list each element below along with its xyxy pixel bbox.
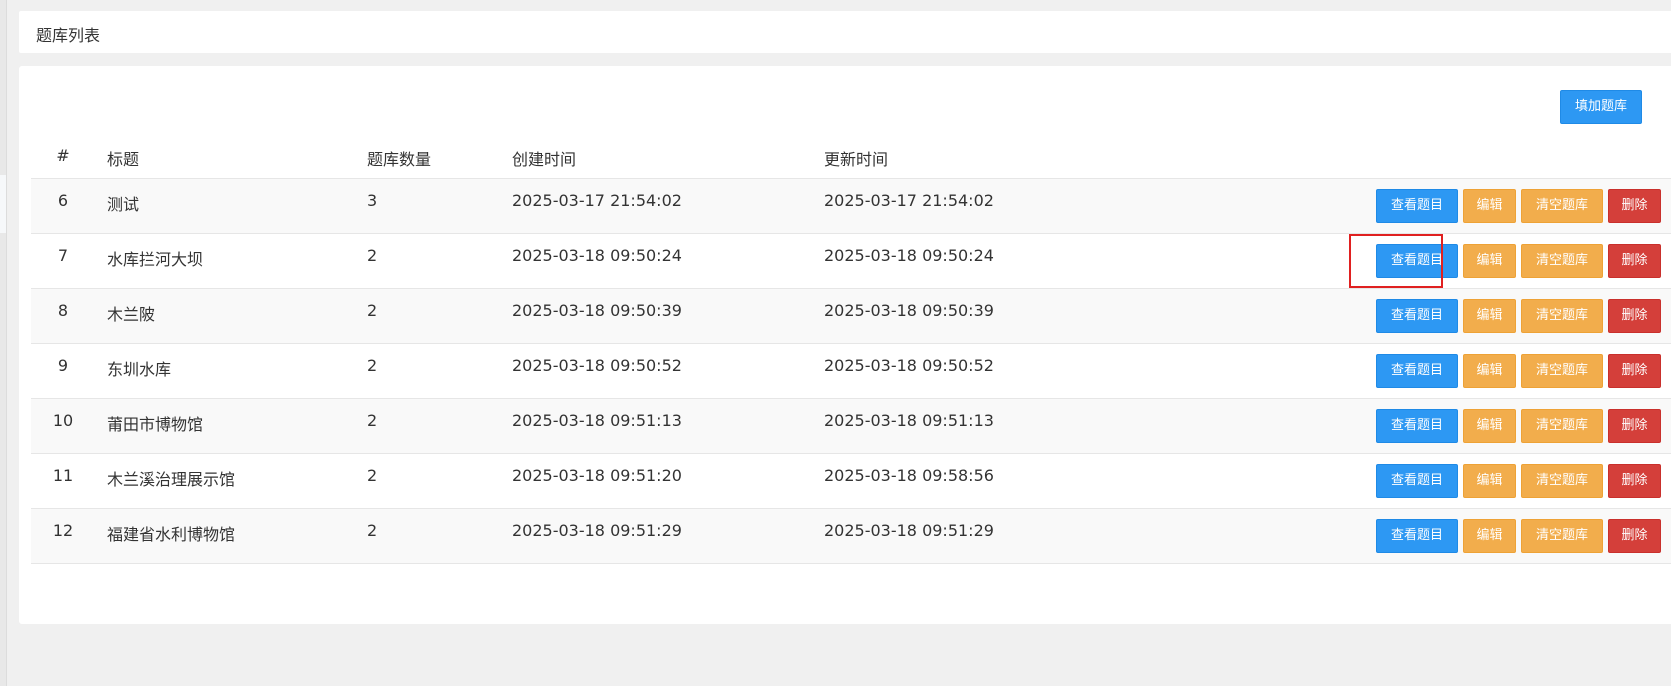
clear-bank-button[interactable]: 清空题库 (1521, 519, 1603, 553)
table-row: 11 木兰溪治理展示馆 2 2025-03-18 09:51:20 2025-03-18… (31, 454, 1671, 509)
table-row: 9 东圳水库 2 2025-03-18 09:50:52 2025-03-18 09:5… (31, 344, 1671, 399)
row-index: 11 (52, 466, 74, 485)
edit-button[interactable]: 编辑 (1463, 519, 1516, 553)
row-index: 6 (57, 191, 69, 210)
table-row: 10 莆田市博物馆 2 2025-03-18 09:51:13 2025-03-18 0… (31, 399, 1671, 454)
clear-bank-button[interactable]: 清空题库 (1521, 409, 1603, 443)
row-created-time: 2025-03-18 09:50:39 (512, 301, 682, 320)
row-created-time: 2025-03-18 09:51:13 (512, 411, 682, 430)
row-count: 2 (367, 356, 378, 375)
row-title: 莆田市博物馆 (107, 415, 204, 434)
row-index: 9 (57, 356, 69, 375)
row-updated-time: 2025-03-18 09:50:52 (824, 356, 994, 375)
column-header-count: 题库数量 (367, 150, 432, 169)
row-created-time: 2025-03-18 09:50:52 (512, 356, 682, 375)
delete-button[interactable]: 删除 (1608, 299, 1661, 333)
row-title: 东圳水库 (107, 360, 172, 379)
column-header-title: 标题 (107, 150, 140, 169)
delete-button[interactable]: 删除 (1608, 189, 1661, 223)
row-count: 3 (367, 191, 378, 210)
row-updated-time: 2025-03-18 09:50:39 (824, 301, 994, 320)
row-index: 12 (52, 521, 74, 540)
view-questions-button[interactable]: 查看题目 (1376, 299, 1458, 333)
row-count: 2 (367, 466, 378, 485)
view-questions-button[interactable]: 查看题目 (1376, 189, 1458, 223)
edit-button[interactable]: 编辑 (1463, 354, 1516, 388)
column-header-created: 创建时间 (512, 150, 577, 169)
clear-bank-button[interactable]: 清空题库 (1521, 244, 1603, 278)
left-sidebar-edge (0, 0, 7, 686)
row-count: 2 (367, 246, 378, 265)
row-actions: 查看题目 编辑 清空题库 删除 (1376, 189, 1661, 223)
delete-button[interactable]: 删除 (1608, 464, 1661, 498)
row-actions: 查看题目 编辑 清空题库 删除 (1376, 354, 1661, 388)
row-title: 福建省水利博物馆 (107, 525, 236, 544)
view-questions-button[interactable]: 查看题目 (1376, 244, 1458, 278)
row-title: 水库拦河大坝 (107, 250, 204, 269)
edit-button[interactable]: 编辑 (1463, 244, 1516, 278)
row-actions: 查看题目 编辑 清空题库 删除 (1376, 299, 1661, 333)
sidebar-edge-highlight (0, 175, 6, 233)
clear-bank-button[interactable]: 清空题库 (1521, 464, 1603, 498)
edit-button[interactable]: 编辑 (1463, 409, 1516, 443)
row-created-time: 2025-03-18 09:51:29 (512, 521, 682, 540)
page-header: 题库列表 (19, 11, 1671, 53)
row-updated-time: 2025-03-17 21:54:02 (824, 191, 994, 210)
table-header: # 标题 题库数量 创建时间 更新时间 (31, 134, 1671, 179)
row-created-time: 2025-03-18 09:51:20 (512, 466, 682, 485)
clear-bank-button[interactable]: 清空题库 (1521, 354, 1603, 388)
row-created-time: 2025-03-18 09:50:24 (512, 246, 682, 265)
page-title: 题库列表 (36, 26, 101, 45)
clear-bank-button[interactable]: 清空题库 (1521, 189, 1603, 223)
row-index: 7 (57, 246, 69, 265)
table-row: 6 测试 3 2025-03-17 21:54:02 2025-03-17 21:54:… (31, 179, 1671, 234)
row-actions: 查看题目 编辑 清空题库 删除 (1376, 464, 1661, 498)
clear-bank-button[interactable]: 清空题库 (1521, 299, 1603, 333)
table-row: 12 福建省水利博物馆 2 2025-03-18 09:51:29 2025-03-18… (31, 509, 1671, 564)
row-updated-time: 2025-03-18 09:51:29 (824, 521, 994, 540)
table-row: 8 木兰陂 2 2025-03-18 09:50:39 2025-03-18 09:50… (31, 289, 1671, 344)
row-title: 木兰溪治理展示馆 (107, 470, 236, 489)
row-index: 10 (52, 411, 74, 430)
row-count: 2 (367, 301, 378, 320)
delete-button[interactable]: 删除 (1608, 354, 1661, 388)
view-questions-button[interactable]: 查看题目 (1376, 464, 1458, 498)
row-actions: 查看题目 编辑 清空题库 删除 (1376, 409, 1661, 443)
column-header-updated: 更新时间 (824, 150, 889, 169)
row-title: 测试 (107, 195, 140, 214)
view-questions-button[interactable]: 查看题目 (1376, 519, 1458, 553)
delete-button[interactable]: 删除 (1608, 409, 1661, 443)
row-actions: 查看题目 编辑 清空题库 删除 (1376, 519, 1661, 553)
row-updated-time: 2025-03-18 09:51:13 (824, 411, 994, 430)
edit-button[interactable]: 编辑 (1463, 299, 1516, 333)
edit-button[interactable]: 编辑 (1463, 464, 1516, 498)
table-row: 7 水库拦河大坝 2 2025-03-18 09:50:24 2025-03-18 09… (31, 234, 1671, 289)
row-updated-time: 2025-03-18 09:58:56 (824, 466, 994, 485)
row-created-time: 2025-03-17 21:54:02 (512, 191, 682, 210)
column-header-index: # (56, 146, 70, 165)
delete-button[interactable]: 删除 (1608, 244, 1661, 278)
view-questions-button[interactable]: 查看题目 (1376, 354, 1458, 388)
row-updated-time: 2025-03-18 09:50:24 (824, 246, 994, 265)
view-questions-button[interactable]: 查看题目 (1376, 409, 1458, 443)
edit-button[interactable]: 编辑 (1463, 189, 1516, 223)
add-question-bank-button[interactable]: 填加题库 (1560, 90, 1642, 124)
question-bank-table: # 标题 题库数量 创建时间 更新时间 6 测试 3 2025-03-17 21:54… (31, 134, 1671, 564)
row-count: 2 (367, 411, 378, 430)
question-bank-panel: 填加题库 # 标题 题库数量 创建时间 更新时间 6 测试 3 2025-03-17 … (19, 66, 1671, 624)
table-body: 6 测试 3 2025-03-17 21:54:02 2025-03-17 21:54:… (31, 179, 1671, 564)
row-count: 2 (367, 521, 378, 540)
delete-button[interactable]: 删除 (1608, 519, 1661, 553)
row-index: 8 (57, 301, 69, 320)
row-title: 木兰陂 (107, 305, 156, 324)
row-actions: 查看题目 编辑 清空题库 删除 (1376, 244, 1661, 278)
